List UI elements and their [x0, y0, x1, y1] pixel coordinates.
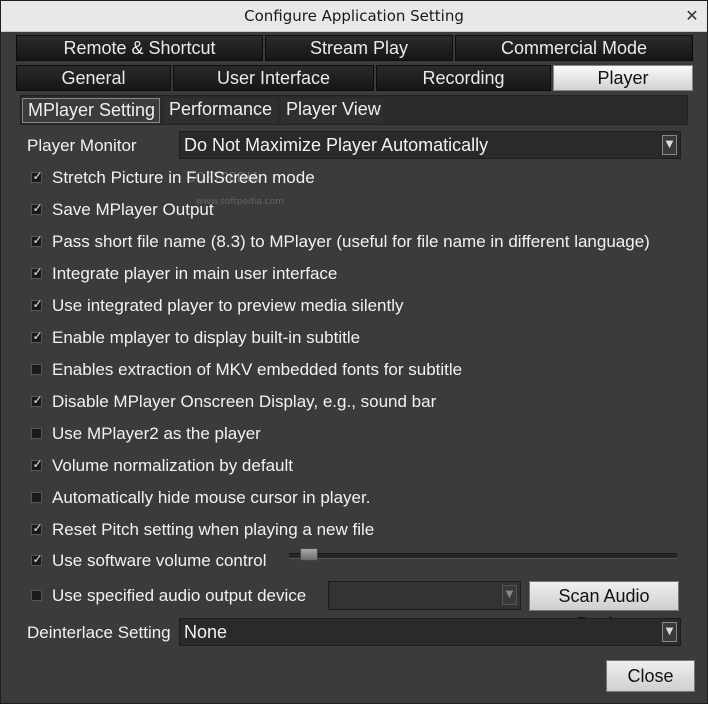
- checkbox[interactable]: ✓: [31, 169, 43, 183]
- player-monitor-label: Player Monitor: [27, 136, 137, 155]
- subtab-performance[interactable]: Performance: [164, 98, 277, 123]
- tab-stream-play[interactable]: Stream Play: [265, 35, 453, 61]
- check-icon: ✓: [32, 552, 43, 566]
- checkbox[interactable]: ✓: [31, 297, 43, 311]
- close-button[interactable]: Close: [606, 660, 695, 692]
- checkbox[interactable]: ✓: [31, 233, 43, 247]
- deinterlace-select[interactable]: None ▼: [179, 618, 681, 646]
- check-icon: ✓: [32, 265, 43, 279]
- subtab-player-view[interactable]: Player View: [281, 98, 383, 123]
- checkbox[interactable]: [31, 590, 42, 601]
- software-volume-label: Use software volume control: [52, 551, 267, 570]
- deinterlace-value: None: [184, 622, 228, 642]
- option-label: Integrate player in main user interface: [52, 264, 338, 283]
- option-label: Enables extraction of MKV embedded fonts…: [52, 360, 463, 379]
- tab-player[interactable]: Player: [553, 65, 693, 91]
- chevron-down-icon: ▼: [662, 622, 677, 642]
- option-label: Save MPlayer Output: [52, 200, 214, 219]
- checkbox[interactable]: [31, 364, 42, 375]
- settings-window: Configure Application Setting ✕ Remote &…: [0, 0, 708, 704]
- check-icon: ✓: [32, 521, 43, 535]
- option-label: Enable mplayer to display built-in subti…: [52, 328, 361, 347]
- tab-remote-shortcut[interactable]: Remote & Shortcut: [16, 35, 263, 61]
- check-icon: ✓: [32, 393, 43, 407]
- tab-user-interface[interactable]: User Interface: [173, 65, 374, 91]
- option-label: Reset Pitch setting when playing a new f…: [52, 520, 375, 539]
- option-label: Use MPlayer2 as the player: [52, 424, 261, 443]
- check-icon: ✓: [32, 233, 43, 247]
- subtab-mplayer-setting[interactable]: MPlayer Setting: [22, 98, 160, 123]
- checkbox[interactable]: [31, 492, 42, 503]
- checkbox[interactable]: ✓: [31, 393, 43, 407]
- check-icon: ✓: [32, 297, 43, 311]
- check-icon: ✓: [32, 329, 43, 343]
- player-monitor-select[interactable]: Do Not Maximize Player Automatically ▼: [179, 131, 681, 159]
- check-icon: ✓: [32, 201, 43, 215]
- checkbox[interactable]: ✓: [31, 329, 43, 343]
- option-label: Automatically hide mouse cursor in playe…: [52, 488, 371, 507]
- checkbox[interactable]: ✓: [31, 521, 43, 535]
- audio-device-label: Use specified audio output device: [52, 586, 307, 605]
- window-title: Configure Application Setting: [244, 7, 464, 25]
- option-label: Disable MPlayer Onscreen Display, e.g., …: [52, 392, 437, 411]
- title-bar: Configure Application Setting ✕: [1, 1, 707, 32]
- option-label: Use integrated player to preview media s…: [52, 296, 404, 315]
- option-label: Stretch Picture in FullScreen mode: [52, 168, 315, 187]
- checkbox[interactable]: ✓: [31, 201, 43, 215]
- tab-general[interactable]: General: [16, 65, 171, 91]
- chevron-down-icon: ▼: [502, 585, 517, 605]
- volume-slider-thumb[interactable]: [300, 548, 318, 561]
- checkbox[interactable]: ✓: [31, 552, 43, 566]
- check-icon: ✓: [32, 457, 43, 471]
- player-monitor-value: Do Not Maximize Player Automatically: [184, 135, 489, 155]
- option-label: Volume normalization by default: [52, 456, 293, 475]
- checkbox[interactable]: ✓: [31, 265, 43, 279]
- deinterlace-label: Deinterlace Setting: [27, 623, 171, 642]
- checkbox[interactable]: ✓: [31, 457, 43, 471]
- tab-commercial-mode[interactable]: Commercial Mode: [455, 35, 693, 61]
- tab-recording[interactable]: Recording: [376, 65, 551, 91]
- window-close-icon[interactable]: ✕: [683, 7, 701, 25]
- scan-audio-device-button[interactable]: Scan Audio Device: [529, 581, 679, 634]
- check-icon: ✓: [32, 169, 43, 183]
- audio-device-select[interactable]: ▼: [328, 581, 521, 610]
- volume-slider-track[interactable]: [289, 553, 677, 559]
- chevron-down-icon: ▼: [662, 135, 677, 155]
- checkbox[interactable]: [31, 428, 42, 439]
- option-label: Pass short file name (8.3) to MPlayer (u…: [52, 232, 650, 251]
